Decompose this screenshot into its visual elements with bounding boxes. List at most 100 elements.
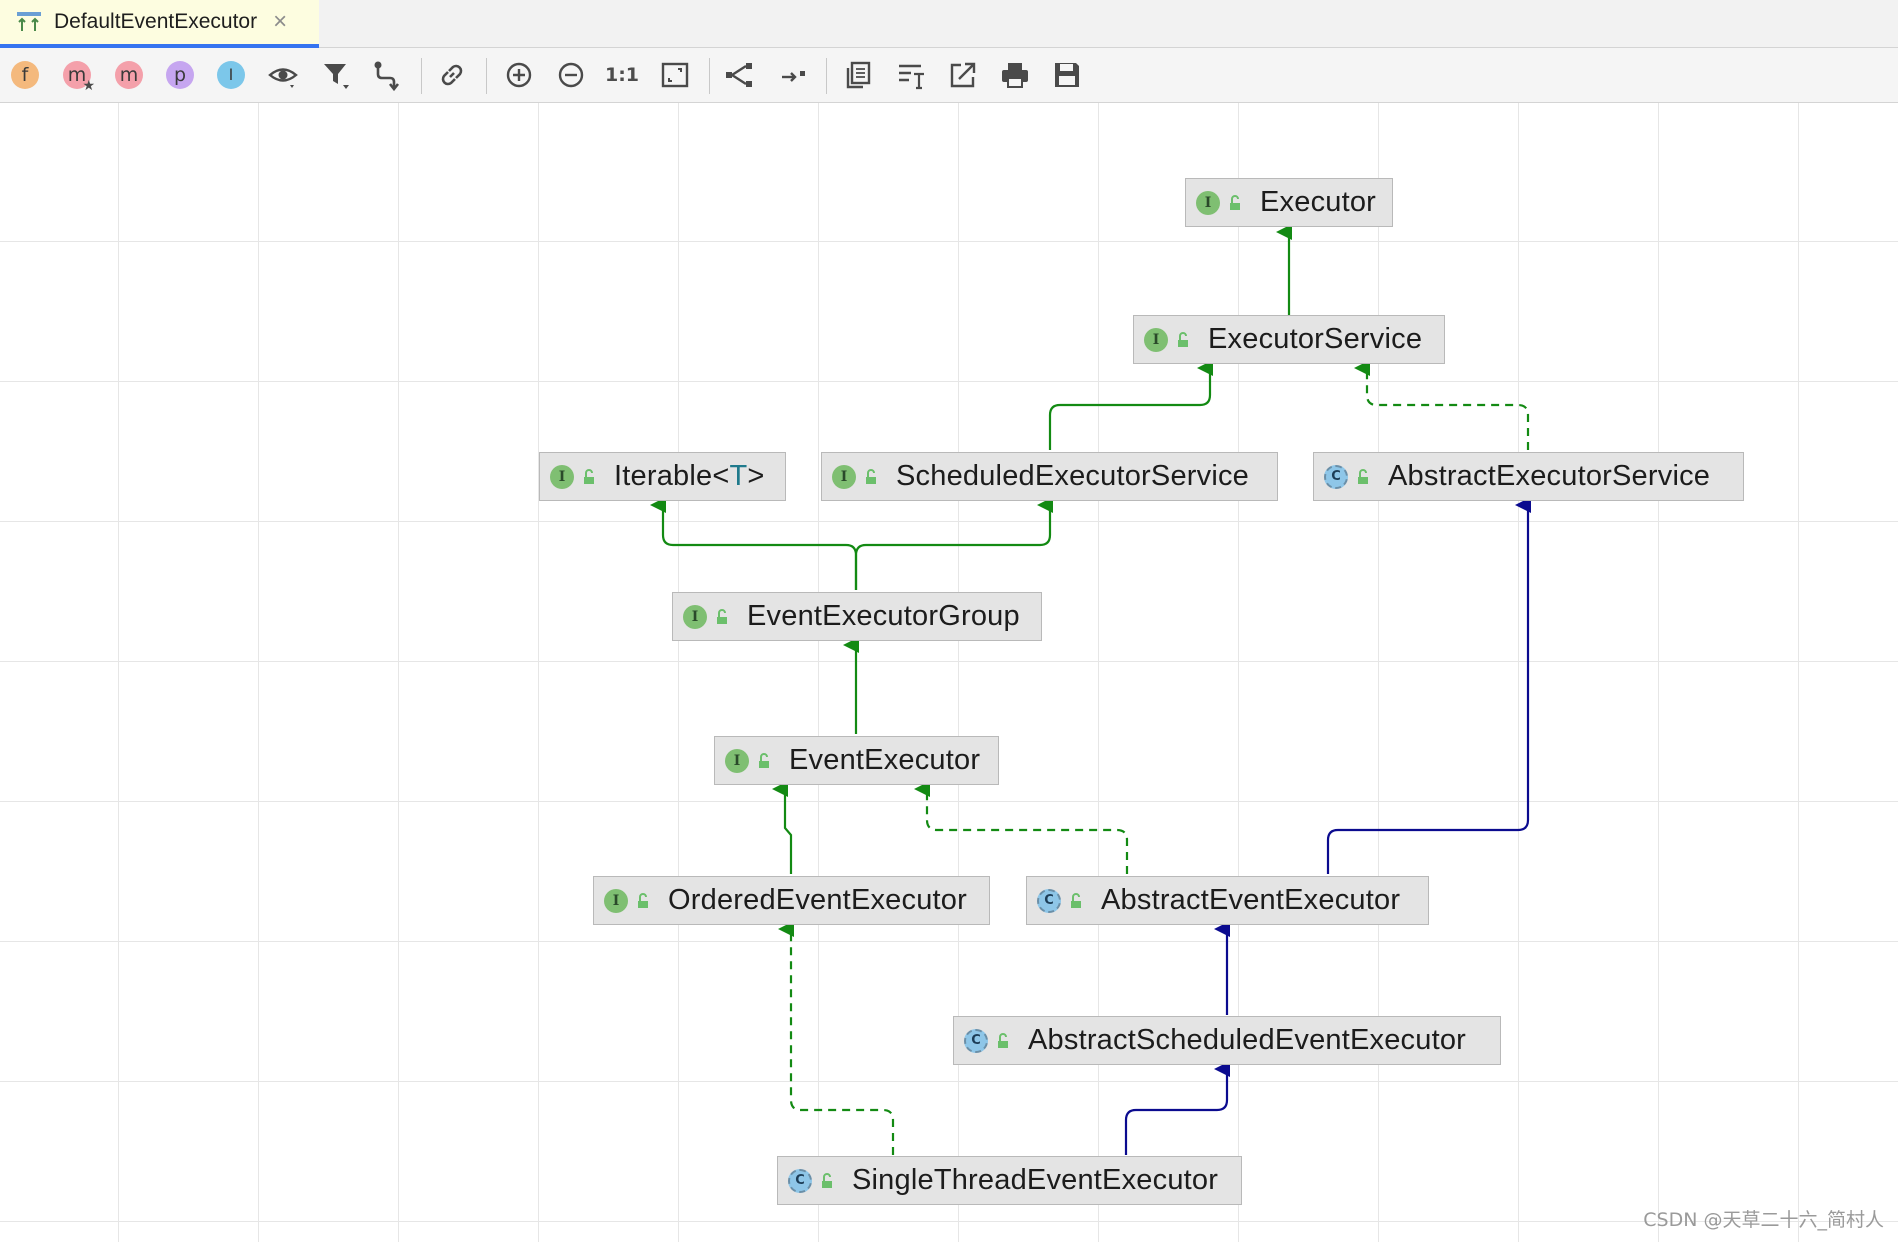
- hierarchy-icon: [726, 63, 752, 87]
- node-event-executor-group[interactable]: I EventExecutorGroup: [672, 592, 1042, 641]
- node-label: EventExecutorGroup: [747, 600, 1020, 632]
- actual-size-button[interactable]: 1:1: [605, 58, 639, 92]
- interface-icon: I: [725, 748, 749, 773]
- property-icon: p: [166, 61, 194, 89]
- copy-icon: [846, 61, 871, 89]
- inner-class-icon: I: [217, 61, 245, 89]
- toolbar-separator: [826, 58, 827, 94]
- node-label: ScheduledExecutorService: [896, 460, 1249, 492]
- public-visibility-icon: [584, 468, 594, 484]
- abstract-class-icon: C: [964, 1028, 988, 1053]
- link-icon: [441, 64, 463, 86]
- print-icon: [1002, 63, 1028, 88]
- abstract-class-icon: C: [1037, 888, 1061, 913]
- star-icon: ★: [82, 78, 95, 94]
- show-methods-button[interactable]: m: [112, 58, 146, 92]
- node-abstract-scheduled-event-executor[interactable]: C AbstractScheduledEventExecutor: [953, 1016, 1501, 1065]
- interface-icon: I: [683, 604, 707, 629]
- save-icon: [1055, 63, 1079, 87]
- node-label: Iterable<T>: [614, 460, 765, 493]
- interface-icon: I: [550, 464, 574, 489]
- public-visibility-icon: [1230, 194, 1240, 210]
- node-executor-service[interactable]: I ExecutorService: [1133, 315, 1445, 364]
- public-visibility-icon: [759, 752, 769, 768]
- method-icon: m: [115, 61, 143, 89]
- node-single-thread-event-executor[interactable]: C SingleThreadEventExecutor: [777, 1156, 1242, 1205]
- editor-tab-bar: DefaultEventExecutor ×: [0, 0, 1898, 48]
- filter-icon: [324, 64, 349, 89]
- public-visibility-icon: [866, 468, 876, 484]
- node-event-executor[interactable]: I EventExecutor: [714, 736, 999, 785]
- watermark: CSDN @天草二十六_简村人: [1643, 1209, 1884, 1231]
- type-name: Iterable<: [614, 460, 730, 492]
- node-label: ExecutorService: [1208, 323, 1423, 355]
- actual-size-icon: 1:1: [604, 64, 640, 86]
- show-dependencies-button[interactable]: [435, 58, 469, 92]
- eye-icon: [268, 68, 298, 88]
- minus-circle-icon: [558, 62, 584, 88]
- public-visibility-icon: [1071, 892, 1081, 908]
- copy-diagram-button[interactable]: [841, 58, 875, 92]
- node-label: EventExecutor: [789, 744, 981, 776]
- save-button[interactable]: [1050, 58, 1084, 92]
- layout-button[interactable]: [722, 58, 756, 92]
- close-icon[interactable]: ×: [273, 10, 287, 34]
- node-label: AbstractScheduledEventExecutor: [1028, 1024, 1467, 1056]
- fit-icon: [661, 62, 689, 88]
- visibility-button[interactable]: [266, 58, 300, 92]
- zoom-out-button[interactable]: [554, 58, 588, 92]
- node-scheduled-executor-service[interactable]: I ScheduledExecutorService: [821, 452, 1278, 501]
- export-button[interactable]: [946, 58, 980, 92]
- toolbar-separator: [421, 58, 422, 94]
- interface-icon: I: [1196, 190, 1220, 215]
- filter-button[interactable]: [319, 58, 353, 92]
- public-visibility-icon: [822, 1172, 832, 1188]
- method-star-icon: m ★: [63, 61, 95, 93]
- type-parameter: T: [729, 460, 748, 492]
- export-icon: [950, 62, 976, 88]
- show-fields-button[interactable]: f: [8, 58, 42, 92]
- public-visibility-icon: [1358, 468, 1368, 484]
- node-abstract-executor-service[interactable]: C AbstractExecutorService: [1313, 452, 1744, 501]
- abstract-class-icon: C: [1324, 464, 1348, 489]
- toolbar-separator: [709, 58, 710, 94]
- node-label: SingleThreadEventExecutor: [852, 1164, 1219, 1196]
- zoom-in-button[interactable]: [502, 58, 536, 92]
- fit-content-button[interactable]: [658, 58, 692, 92]
- arrow-layout-icon: [782, 71, 805, 82]
- public-visibility-icon: [717, 608, 727, 624]
- edge-creation-button[interactable]: [370, 58, 404, 92]
- field-icon: f: [11, 61, 39, 89]
- route-icon: [374, 61, 400, 92]
- node-executor[interactable]: I Executor: [1185, 178, 1393, 227]
- tab-default-event-executor[interactable]: DefaultEventExecutor ×: [0, 0, 319, 48]
- abstract-class-icon: C: [788, 1168, 812, 1193]
- class-diagram-icon: [17, 12, 41, 31]
- diagram-toolbar: f m ★ m p I 1:1: [0, 48, 1898, 103]
- apply-layout-button[interactable]: [776, 58, 810, 92]
- public-visibility-icon: [638, 892, 648, 908]
- public-visibility-icon: [998, 1032, 1008, 1048]
- diagram-canvas[interactable]: [0, 103, 1898, 1242]
- interface-icon: I: [832, 464, 856, 489]
- node-abstract-event-executor[interactable]: C AbstractEventExecutor: [1026, 876, 1429, 925]
- node-label: Executor: [1260, 186, 1377, 218]
- interface-icon: I: [604, 888, 628, 913]
- plus-circle-icon: [506, 62, 532, 88]
- text-edit-icon: [899, 64, 924, 90]
- show-methods-starred-button[interactable]: m ★: [60, 58, 95, 93]
- edit-text-button[interactable]: [895, 58, 929, 92]
- show-properties-button[interactable]: p: [163, 58, 197, 92]
- node-label: AbstractExecutorService: [1388, 460, 1711, 492]
- toolbar-separator: [486, 58, 487, 94]
- node-ordered-event-executor[interactable]: I OrderedEventExecutor: [593, 876, 990, 925]
- node-label: AbstractEventExecutor: [1101, 884, 1401, 916]
- node-iterable[interactable]: I Iterable<T>: [539, 452, 786, 501]
- type-name-suffix: >: [747, 460, 765, 492]
- tab-label: DefaultEventExecutor: [54, 10, 258, 33]
- public-visibility-icon: [1178, 331, 1188, 347]
- print-button[interactable]: [998, 58, 1032, 92]
- show-inner-classes-button[interactable]: I: [214, 58, 248, 92]
- node-label: OrderedEventExecutor: [668, 884, 967, 916]
- interface-icon: I: [1144, 327, 1168, 352]
